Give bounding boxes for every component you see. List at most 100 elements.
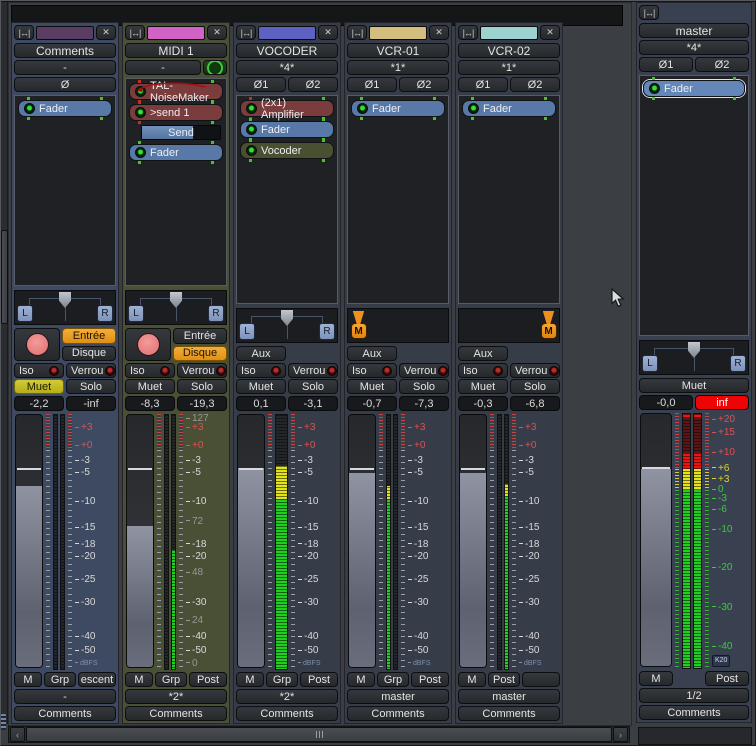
strip-color-swatch[interactable] bbox=[147, 26, 205, 40]
mono-pan-handle[interactable]: M bbox=[541, 311, 556, 339]
track-name-button[interactable]: master bbox=[639, 23, 749, 38]
vertical-scroll-handle[interactable] bbox=[1, 230, 8, 324]
midi-input-knob[interactable] bbox=[203, 60, 227, 75]
mute-button[interactable]: Muet bbox=[347, 379, 397, 394]
processor-box[interactable]: TAL-NoiseMaker>send 1SendFader bbox=[125, 78, 227, 286]
processor-active-led-icon[interactable] bbox=[24, 103, 35, 114]
processor-entry[interactable]: Fader bbox=[643, 80, 745, 97]
phase-button-2[interactable]: Ø2 bbox=[288, 77, 338, 92]
mute-button[interactable]: Muet bbox=[14, 379, 64, 394]
panner[interactable]: M bbox=[347, 308, 449, 343]
processor-box[interactable]: (2x1) Amplifier Fader Vocoder bbox=[236, 95, 338, 304]
send-level-slider[interactable]: Send bbox=[141, 125, 221, 140]
metering-button[interactable]: M bbox=[347, 672, 375, 687]
processor-box[interactable]: Fader bbox=[639, 75, 749, 336]
input-button[interactable]: *1* bbox=[347, 60, 449, 75]
gain-fader[interactable] bbox=[459, 414, 487, 668]
phase-button-2[interactable]: Ø2 bbox=[510, 77, 560, 92]
solo-isolate-button[interactable]: Iso bbox=[458, 363, 508, 378]
horizontal-scrollbar[interactable]: ‹ › bbox=[8, 726, 630, 743]
gain-fader[interactable] bbox=[237, 414, 265, 668]
track-name-button[interactable]: MIDI 1 bbox=[125, 43, 227, 58]
processor-active-led-icon[interactable] bbox=[468, 103, 479, 114]
processor-entry[interactable]: Fader bbox=[129, 144, 223, 161]
phase-button-1[interactable]: Ø1 bbox=[236, 77, 286, 92]
group-button[interactable]: Grp bbox=[44, 672, 76, 687]
processor-entry[interactable]: Vocoder bbox=[240, 142, 334, 159]
gain-fader[interactable] bbox=[348, 414, 376, 668]
processor-active-led-icon[interactable] bbox=[135, 107, 146, 118]
mute-button[interactable]: Muet bbox=[236, 379, 286, 394]
scroll-left-arrow-icon[interactable]: ‹ bbox=[10, 727, 25, 742]
panner[interactable]: LR bbox=[639, 340, 749, 375]
solo-button[interactable]: Solo bbox=[399, 379, 449, 394]
gain-fader[interactable] bbox=[126, 414, 154, 668]
processor-box[interactable]: Fader bbox=[14, 95, 116, 286]
strip-color-swatch[interactable] bbox=[480, 26, 538, 40]
comments-button[interactable]: Comments bbox=[125, 706, 227, 721]
processor-entry[interactable]: >send 1 bbox=[129, 104, 223, 121]
comments-button[interactable]: Comments bbox=[458, 706, 560, 721]
solo-lock-button[interactable]: Verroule bbox=[399, 363, 449, 378]
solo-lock-button[interactable]: Verroule bbox=[288, 363, 338, 378]
gain-display[interactable]: -8,3 bbox=[125, 396, 175, 411]
input-button[interactable]: *4* bbox=[236, 60, 338, 75]
gain-display[interactable]: 0,1 bbox=[236, 396, 286, 411]
solo-lock-button[interactable]: Verroule bbox=[510, 363, 560, 378]
group-button[interactable]: Grp bbox=[377, 672, 409, 687]
peak-display[interactable]: -7,3 bbox=[399, 396, 449, 411]
processor-entry[interactable]: Fader bbox=[462, 100, 556, 117]
phase-button-1[interactable]: Ø1 bbox=[639, 57, 693, 72]
width-button[interactable]: |↔| bbox=[125, 25, 145, 40]
vertical-scrollbar[interactable] bbox=[0, 2, 8, 724]
input-button[interactable]: - bbox=[14, 60, 116, 75]
output-button[interactable]: 1/2 bbox=[639, 688, 749, 703]
peak-display[interactable]: -6,8 bbox=[510, 396, 560, 411]
track-name-button[interactable]: Comments bbox=[14, 43, 116, 58]
metering-button[interactable]: M bbox=[125, 672, 153, 687]
metering-button[interactable]: M bbox=[14, 672, 42, 687]
mute-button[interactable]: Muet bbox=[458, 379, 508, 394]
solo-isolate-button[interactable]: Iso bbox=[125, 363, 175, 378]
track-name-button[interactable]: VCR-01 bbox=[347, 43, 449, 58]
width-button[interactable]: |↔| bbox=[458, 25, 478, 40]
gain-display[interactable]: -2,2 bbox=[14, 396, 64, 411]
output-button[interactable]: *2* bbox=[236, 689, 338, 704]
input-button[interactable]: *4* bbox=[639, 40, 749, 55]
comments-button[interactable]: Comments bbox=[639, 705, 749, 720]
output-button[interactable]: master bbox=[458, 689, 560, 704]
solo-isolate-button[interactable]: Iso bbox=[347, 363, 397, 378]
monitor-disk-button[interactable]: Disque bbox=[62, 346, 116, 362]
processor-entry[interactable]: (2x1) Amplifier bbox=[240, 100, 334, 117]
strip-color-swatch[interactable] bbox=[258, 26, 316, 40]
record-arm-button[interactable] bbox=[125, 328, 171, 361]
output-button[interactable]: *2* bbox=[125, 689, 227, 704]
monitor-disk-button[interactable]: Disque bbox=[173, 346, 227, 362]
processor-active-led-icon[interactable] bbox=[246, 124, 257, 135]
group-button[interactable]: Post bbox=[488, 672, 520, 687]
solo-button[interactable]: Solo bbox=[66, 379, 116, 394]
hide-button[interactable]: ✕ bbox=[429, 25, 449, 40]
processor-active-led-icon[interactable] bbox=[246, 103, 257, 114]
peak-display[interactable]: -3,1 bbox=[288, 396, 338, 411]
panner[interactable]: LR bbox=[14, 290, 116, 325]
processor-entry[interactable]: Fader bbox=[240, 121, 334, 138]
pane-resize-grip[interactable] bbox=[1, 714, 6, 730]
processor-entry[interactable]: Fader bbox=[18, 100, 112, 117]
strip-color-swatch[interactable] bbox=[369, 26, 427, 40]
gain-fader[interactable] bbox=[640, 413, 672, 667]
processor-entry[interactable]: Fader bbox=[351, 100, 445, 117]
phase-button-1[interactable]: Ø1 bbox=[347, 77, 397, 92]
metering-button[interactable]: M bbox=[639, 671, 673, 686]
group-button[interactable]: Grp bbox=[155, 672, 187, 687]
strip-color-swatch[interactable] bbox=[36, 26, 94, 40]
monitor-input-button[interactable]: Entrée bbox=[173, 328, 227, 344]
group-select-button[interactable]: escent bbox=[78, 672, 116, 687]
output-button[interactable]: - bbox=[14, 689, 116, 704]
record-arm-button[interactable] bbox=[14, 328, 60, 361]
processor-active-led-icon[interactable] bbox=[649, 83, 660, 94]
panner[interactable]: LR bbox=[236, 308, 338, 343]
hide-button[interactable]: ✕ bbox=[318, 25, 338, 40]
processor-box[interactable]: Fader bbox=[458, 95, 560, 304]
meter-point-button[interactable] bbox=[522, 672, 560, 687]
